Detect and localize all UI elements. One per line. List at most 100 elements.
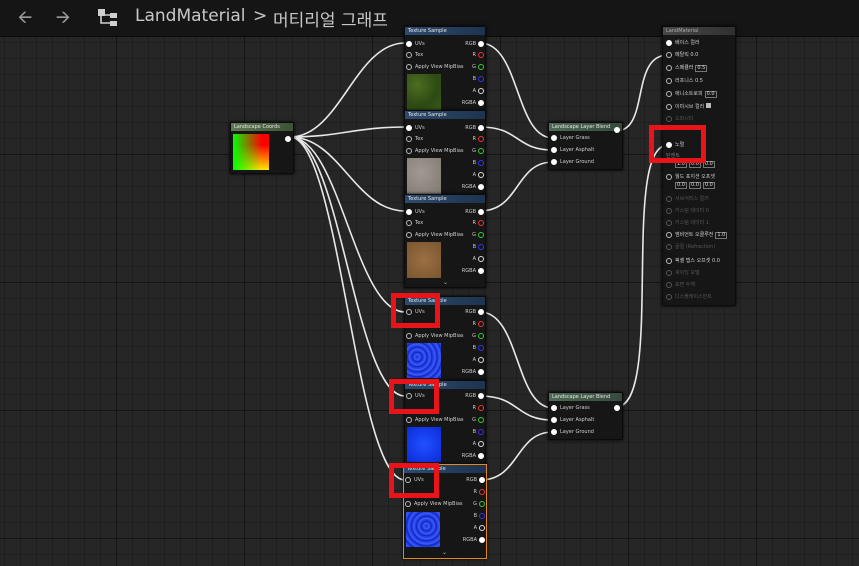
pin-label: G [472, 333, 476, 339]
pin-icon[interactable] [478, 320, 484, 327]
pin-icon[interactable] [666, 103, 672, 110]
pin-value[interactable]: 0.0 [675, 182, 687, 189]
pin-icon[interactable] [406, 219, 412, 226]
pin-icon[interactable] [406, 332, 412, 339]
pin-label: R [472, 136, 476, 142]
pin-icon[interactable] [406, 231, 412, 238]
pin-icon[interactable] [479, 512, 485, 519]
blend-output-pin[interactable] [614, 127, 620, 133]
pin-icon[interactable] [406, 51, 412, 58]
pin-icon[interactable] [478, 308, 484, 315]
pin-icon[interactable] [551, 416, 557, 423]
pin-value[interactable]: 0.5 [695, 65, 708, 72]
pin-icon[interactable] [478, 428, 484, 435]
landscape-layer-blend-node[interactable]: Landscape Layer Blend Layer Grass Layer … [548, 392, 623, 440]
pin-icon[interactable] [479, 524, 485, 531]
pin-icon[interactable] [478, 243, 484, 250]
pin-icon[interactable] [478, 452, 484, 459]
chevron-down-icon[interactable]: ⌄ [442, 549, 447, 556]
pin-value[interactable]: 1.0 [715, 232, 728, 239]
pin-icon[interactable] [478, 392, 484, 399]
pin-value[interactable]: 0.0 [702, 182, 715, 189]
pin-icon[interactable] [666, 173, 672, 180]
pin-icon[interactable] [406, 63, 412, 70]
pin-value[interactable]: 0.0 [688, 182, 701, 189]
pin-label: RGB [465, 125, 476, 131]
pin-icon[interactable] [478, 51, 484, 58]
pin-icon[interactable] [406, 124, 412, 131]
pin-icon[interactable] [478, 267, 484, 274]
pin-icon [666, 293, 672, 300]
pin-icon[interactable] [479, 476, 485, 483]
pin-icon[interactable] [478, 440, 484, 447]
pin-icon[interactable] [479, 536, 485, 543]
pin-icon[interactable] [478, 135, 484, 142]
pin-icon[interactable] [551, 134, 557, 141]
pin-icon[interactable] [478, 368, 484, 375]
pin-icon[interactable] [478, 40, 484, 47]
pin-label: Apply View MipBias [415, 148, 464, 154]
pin-value[interactable]: 0.5 [695, 78, 703, 84]
pin-icon[interactable] [478, 99, 484, 106]
pin-label: G [472, 417, 476, 423]
texture-sample-node[interactable]: Texture Sample UVs Tex Apply View MipBia… [404, 194, 486, 288]
pin-icon [666, 269, 672, 276]
pin-icon[interactable] [666, 90, 672, 97]
pin-value[interactable]: 0.0 [704, 91, 717, 98]
pin-icon[interactable] [551, 404, 557, 411]
pin-icon[interactable] [478, 171, 484, 178]
pin-icon[interactable] [478, 124, 484, 131]
pin-icon[interactable] [406, 135, 412, 142]
pin-label: Layer Ground [560, 429, 594, 435]
pin-icon[interactable] [478, 344, 484, 351]
pin-icon[interactable] [479, 488, 485, 495]
pin-icon[interactable] [478, 159, 484, 166]
pin-icon[interactable] [478, 332, 484, 339]
pin-icon[interactable] [666, 39, 672, 46]
pin-icon[interactable] [551, 158, 557, 165]
pin-value[interactable]: 0.0 [690, 52, 698, 58]
pin-icon[interactable] [478, 255, 484, 262]
pin-icon[interactable] [478, 404, 484, 411]
pin-icon[interactable] [478, 208, 484, 215]
pin-icon[interactable] [551, 146, 557, 153]
pin-icon[interactable] [666, 257, 672, 264]
pin-icon[interactable] [406, 40, 412, 47]
pin-icon [666, 281, 672, 288]
material-result-node[interactable]: LandMaterial 베이스 컬러 메탈릭 0.0 스페큘러 0.5 러프니스… [662, 26, 736, 306]
chevron-down-icon[interactable]: ⌄ [443, 279, 448, 286]
texture-sample-node[interactable]: Texture Sample UVs Tex Apply View MipBia… [404, 110, 486, 198]
pin-icon[interactable] [478, 219, 484, 226]
grass-texture-preview [407, 74, 441, 110]
pin-label: A [472, 172, 476, 178]
pin-icon[interactable] [666, 51, 672, 58]
pin-icon[interactable] [478, 183, 484, 190]
color-swatch[interactable] [705, 103, 711, 108]
pin-icon[interactable] [406, 208, 412, 215]
node-title: Landscape Layer Blend [549, 123, 622, 131]
pin-icon[interactable] [478, 356, 484, 363]
landscape-layer-blend-node[interactable]: Landscape Layer Blend Layer Grass Layer … [548, 122, 623, 170]
texture-sample-node[interactable]: Texture Sample UVs Tex Apply View MipBia… [404, 26, 486, 114]
pin-icon[interactable] [666, 231, 672, 238]
landscape-coords-node[interactable]: Landscape Coords [230, 122, 294, 174]
pin-icon[interactable] [478, 147, 484, 154]
ground-texture-preview [407, 242, 441, 278]
pin-icon[interactable] [666, 77, 672, 84]
pin-icon[interactable] [478, 87, 484, 94]
pin-icon[interactable] [478, 416, 484, 423]
pin-icon[interactable] [479, 500, 485, 507]
pin-value[interactable]: 0.0 [712, 258, 720, 264]
pin-icon[interactable] [478, 231, 484, 238]
pin-icon[interactable] [666, 64, 672, 71]
pin-label: RGBA [462, 537, 477, 543]
pin-label: 오파시티 [675, 116, 694, 122]
pin-icon[interactable] [478, 75, 484, 82]
pin-icon[interactable] [405, 500, 411, 507]
coords-output-pin[interactable] [285, 136, 291, 142]
pin-icon[interactable] [478, 63, 484, 70]
pin-icon[interactable] [406, 147, 412, 154]
pin-icon[interactable] [551, 428, 557, 435]
blend-output-pin[interactable] [614, 405, 620, 411]
pin-icon[interactable] [406, 416, 412, 423]
